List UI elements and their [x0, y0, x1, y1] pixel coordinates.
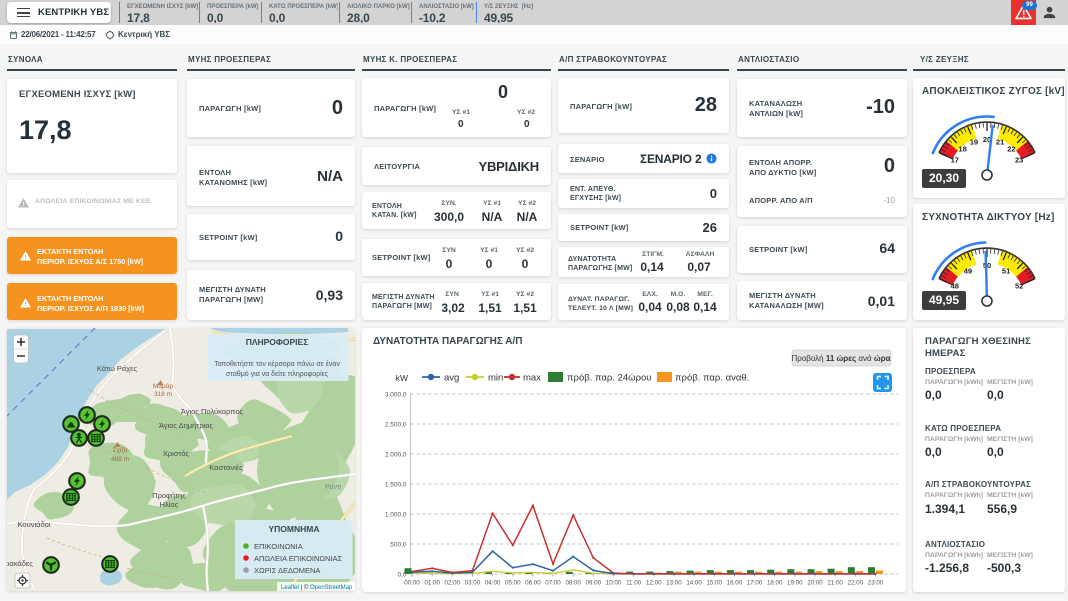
svg-text:max: max — [523, 373, 541, 384]
svg-text:17: 17 — [951, 156, 959, 165]
svg-text:17:00: 17:00 — [747, 580, 763, 587]
svg-text:06:00: 06:00 — [525, 580, 541, 587]
svg-text:Χριστός: Χριστός — [163, 449, 190, 458]
svg-text:00:00: 00:00 — [404, 580, 420, 587]
svg-text:09:00: 09:00 — [586, 580, 602, 587]
svg-text:23:00: 23:00 — [868, 580, 884, 587]
svg-text:σταθμό για να δείτε πληροφορίε: σταθμό για να δείτε πληροφορίες — [226, 370, 329, 378]
svg-text:04:00: 04:00 — [485, 580, 501, 587]
svg-text:20:00: 20:00 — [807, 580, 823, 587]
svg-text:14:00: 14:00 — [686, 580, 702, 587]
svg-text:ΠΛΗΡΟΦΟΡΙΕΣ: ΠΛΗΡΟΦΟΡΙΕΣ — [246, 337, 309, 347]
svg-text:ΧΩΡΙΣ ΔΕΔΟΜΕΝΑ: ΧΩΡΙΣ ΔΕΔΟΜΕΝΑ — [254, 566, 320, 575]
svg-text:318 m: 318 m — [154, 391, 172, 398]
svg-text:500,0: 500,0 — [390, 542, 407, 549]
svg-text:18: 18 — [958, 145, 966, 154]
svg-text:Άγιος Πολύκαρπος: Άγιος Πολύκαρπος — [181, 407, 244, 416]
svg-text:23: 23 — [1015, 156, 1023, 165]
svg-text:1.500,0: 1.500,0 — [385, 482, 407, 489]
svg-text:2.000,0: 2.000,0 — [385, 452, 407, 459]
svg-text:Καστανιές: Καστανιές — [209, 463, 243, 472]
svg-text:49: 49 — [964, 267, 972, 276]
svg-text:Κουνιάδοι: Κουνιάδοι — [18, 520, 51, 529]
svg-text:min: min — [488, 373, 503, 384]
svg-text:Προβολή 11 ώρες ανά ώρα: Προβολή 11 ώρες ανά ώρα — [791, 354, 890, 363]
svg-text:ΥΠΟΜΝΗΜΑ: ΥΠΟΜΝΗΜΑ — [269, 524, 320, 534]
svg-text:22:00: 22:00 — [848, 580, 864, 587]
svg-text:03:00: 03:00 — [465, 580, 481, 587]
svg-text:πρόβ. παρ. αναθ.: πρόβ. παρ. αναθ. — [675, 373, 749, 384]
svg-text:Τοποθετήστε τον κέρσορα πάνω σ: Τοποθετήστε τον κέρσορα πάνω σε έναν — [214, 360, 340, 368]
svg-text:21:00: 21:00 — [827, 580, 843, 587]
svg-text:Άγιος Δημήτριος: Άγιος Δημήτριος — [159, 421, 213, 430]
svg-text:1.000,0: 1.000,0 — [385, 512, 407, 519]
svg-text:05:00: 05:00 — [505, 580, 521, 587]
svg-text:Ηλίας: Ηλίας — [160, 500, 179, 509]
svg-text:ΑΠΩΛΕΙΑ ΕΠΙΚΟΙΝΩΝΙΑΣ: ΑΠΩΛΕΙΑ ΕΠΙΚΟΙΝΩΝΙΑΣ — [254, 554, 343, 563]
svg-text:Ράντι: Ράντι — [325, 483, 342, 491]
svg-text:12:00: 12:00 — [646, 580, 662, 587]
svg-text:52: 52 — [1015, 282, 1023, 291]
svg-text:ρακάδες: ρακάδες — [7, 559, 33, 568]
svg-text:10:00: 10:00 — [606, 580, 622, 587]
svg-text:02:00: 02:00 — [445, 580, 461, 587]
svg-text:19:00: 19:00 — [787, 580, 803, 587]
svg-text:Κάτω Ράχες: Κάτω Ράχες — [97, 364, 138, 373]
svg-text:08:00: 08:00 — [565, 580, 581, 587]
svg-text:51: 51 — [1002, 267, 1010, 276]
svg-text:11:00: 11:00 — [626, 580, 642, 587]
svg-text:2.500,0: 2.500,0 — [385, 422, 407, 429]
svg-text:ΔΥΝΑΤΟΤΗΤΑ ΠΑΡΑΓΩΓΗΣ Α/Π: ΔΥΝΑΤΟΤΗΤΑ ΠΑΡΑΓΩΓΗΣ Α/Π — [373, 336, 522, 347]
svg-text:Προφήτης: Προφήτης — [152, 491, 186, 500]
svg-text:Leaflet | © OpenStreetMap: Leaflet | © OpenStreetMap — [281, 584, 353, 591]
svg-text:488 m: 488 m — [111, 456, 129, 463]
svg-text:01:00: 01:00 — [424, 580, 440, 587]
svg-text:13:00: 13:00 — [666, 580, 682, 587]
svg-text:Μαμάρ: Μαμάρ — [153, 382, 174, 390]
svg-text:Σχίζα: Σχίζα — [112, 446, 127, 454]
svg-text:22: 22 — [1007, 145, 1015, 154]
svg-text:πρόβ. παρ. 24ώρου: πρόβ. παρ. 24ώρου — [567, 373, 651, 384]
svg-text:18:00: 18:00 — [767, 580, 783, 587]
svg-text:15:00: 15:00 — [706, 580, 722, 587]
svg-text:21: 21 — [996, 138, 1004, 147]
svg-text:ΕΠΙΚΟΙΝΩΝΙΑ: ΕΠΙΚΟΙΝΩΝΙΑ — [254, 542, 303, 551]
svg-text:16:00: 16:00 — [727, 580, 743, 587]
svg-text:07:00: 07:00 — [545, 580, 561, 587]
svg-text:avg: avg — [444, 373, 459, 384]
svg-text:48: 48 — [951, 282, 959, 291]
svg-text:19: 19 — [970, 138, 978, 147]
svg-text:3.000,0: 3.000,0 — [385, 392, 407, 399]
svg-text:kW: kW — [396, 373, 408, 383]
